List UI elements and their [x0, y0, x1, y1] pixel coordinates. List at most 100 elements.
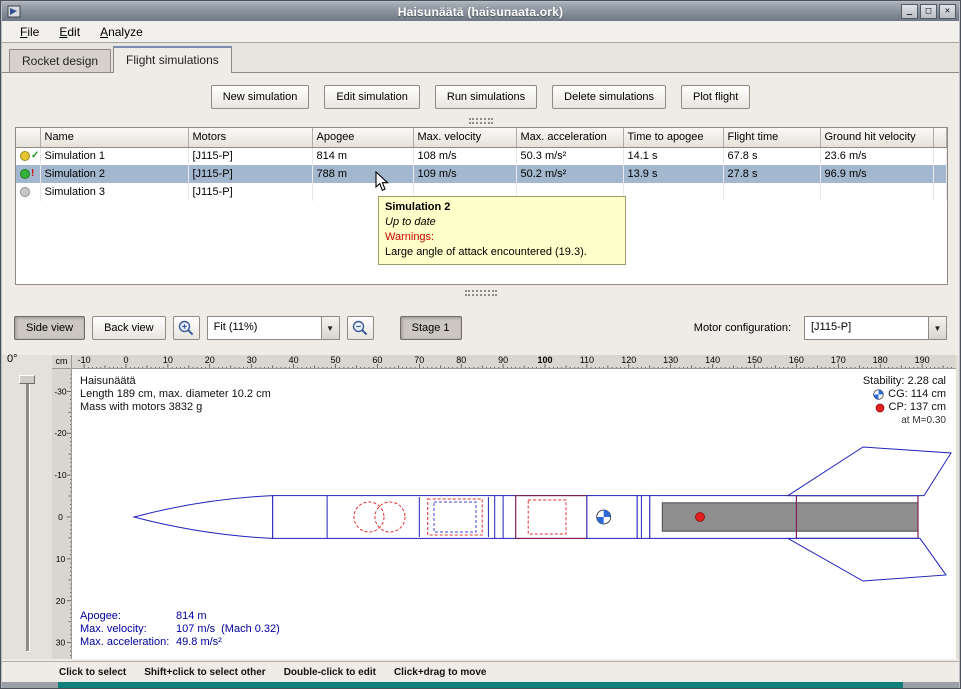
svg-text:-20: -20	[54, 428, 67, 438]
view-toolbar: Side view Back view Fit (11%) ▼ Stage 1 …	[2, 313, 959, 343]
table-row-simulation-1[interactable]: ✓ Simulation 1 [J115-P] 814 m 108 m/s 50…	[16, 147, 947, 165]
svg-text:70: 70	[414, 355, 424, 365]
tooltip-title: Simulation 2	[385, 200, 619, 215]
col-ground-hit-velocity[interactable]: Ground hit velocity	[820, 128, 933, 147]
rotation-slider[interactable]	[26, 379, 29, 651]
cp-value: CP: 137 cm	[889, 401, 946, 414]
svg-text:30: 30	[247, 355, 257, 365]
svg-text:190: 190	[915, 355, 930, 365]
apogee-value: 814 m	[176, 610, 207, 622]
svg-text:-10: -10	[54, 470, 67, 480]
col-max-acceleration[interactable]: Max. acceleration	[516, 128, 623, 147]
status-ball-not-simulated	[20, 187, 30, 197]
hint-click-select: Click to select	[59, 667, 126, 678]
delete-simulations-button[interactable]: Delete simulations	[552, 85, 666, 109]
cg-value: CG: 114 cm	[888, 388, 946, 401]
tab-strip: Rocket design Flight simulations	[2, 43, 959, 73]
max-velocity-label: Max. velocity:	[80, 623, 176, 636]
zoom-in-button[interactable]	[173, 316, 200, 340]
menubar: File Edit Analyze	[2, 21, 959, 43]
chevron-down-icon[interactable]: ▼	[321, 317, 339, 339]
svg-text:130: 130	[663, 355, 678, 365]
cg-marker	[597, 510, 611, 524]
svg-text:50: 50	[330, 355, 340, 365]
rocket-info: Haisunäätä Length 189 cm, max. diameter …	[80, 375, 271, 414]
menu-edit[interactable]: Edit	[51, 23, 88, 41]
svg-text:120: 120	[621, 355, 636, 365]
max-velocity-value: 107 m/s	[176, 623, 215, 635]
stability-info: Stability: 2.28 cal CG: 114 cm CP: 137 c…	[863, 375, 946, 427]
rocket-name: Haisunäätä	[80, 375, 271, 388]
svg-text:110: 110	[580, 355, 594, 365]
status-ball-outdated	[20, 151, 30, 161]
col-max-velocity[interactable]: Max. velocity	[413, 128, 516, 147]
col-time-to-apogee[interactable]: Time to apogee	[623, 128, 723, 147]
stage-1-toggle[interactable]: Stage 1	[400, 316, 462, 340]
apogee-label: Apogee:	[80, 610, 176, 623]
tab-flight-simulations[interactable]: Flight simulations	[113, 46, 232, 73]
rocket-dimensions: Length 189 cm, max. diameter 10.2 cm	[80, 388, 271, 401]
mach-value: (Mach 0.32)	[221, 623, 280, 635]
electronics-bay[interactable]	[516, 496, 587, 539]
menu-analyze[interactable]: Analyze	[92, 23, 151, 41]
maximize-button[interactable]: □	[920, 4, 937, 19]
window-title: Haisunäätä (haisunaata.ork)	[2, 5, 959, 19]
svg-text:30: 30	[56, 638, 66, 648]
stability-value: Stability: 2.28 cal	[863, 375, 946, 388]
svg-text:0: 0	[123, 355, 128, 365]
plot-flight-button[interactable]: Plot flight	[681, 85, 750, 109]
fin-lower[interactable]	[788, 538, 946, 581]
back-view-button[interactable]: Back view	[92, 316, 166, 340]
body-tube[interactable]	[587, 496, 637, 539]
svg-text:10: 10	[56, 554, 66, 564]
split-pane-handle[interactable]	[465, 290, 497, 296]
status-mark: !	[31, 169, 34, 179]
col-flight-time[interactable]: Flight time	[723, 128, 820, 147]
col-motors[interactable]: Motors	[188, 128, 312, 147]
svg-text:0: 0	[58, 512, 63, 522]
zoom-out-button[interactable]	[347, 316, 374, 340]
status-bar: Click to select Shift+click to select ot…	[2, 661, 959, 682]
svg-text:90: 90	[498, 355, 508, 365]
max-acceleration-value: 49.8 m/s²	[176, 636, 222, 648]
tab-rocket-design[interactable]: Rocket design	[9, 49, 111, 72]
nose-cone[interactable]	[134, 496, 273, 539]
close-button[interactable]: ✕	[939, 4, 956, 19]
rocket-view-region: 0° cm -100102030405060708090100110120130…	[2, 355, 959, 659]
minimize-button[interactable]: _	[901, 4, 918, 19]
new-simulation-button[interactable]: New simulation	[211, 85, 310, 109]
hint-double-click: Double-click to edit	[284, 667, 376, 678]
svg-text:10: 10	[163, 355, 173, 365]
run-simulations-button[interactable]: Run simulations	[435, 85, 537, 109]
zoom-in-icon	[177, 319, 195, 337]
svg-text:180: 180	[873, 355, 888, 365]
table-row-simulation-2[interactable]: ! Simulation 2 [J115-P] 788 m 109 m/s 50…	[16, 165, 947, 183]
side-view-button[interactable]: Side view	[14, 316, 85, 340]
cg-icon	[873, 389, 884, 400]
motor-configuration-label: Motor configuration:	[694, 322, 797, 334]
titlebar[interactable]: Haisunäätä (haisunaata.ork) _ □ ✕	[2, 2, 959, 21]
zoom-level-select[interactable]: Fit (11%) ▼	[207, 316, 340, 340]
col-status[interactable]	[16, 128, 40, 147]
simulation-tooltip: Simulation 2 Up to date Warnings: Large …	[378, 196, 626, 265]
menu-file[interactable]: File	[12, 23, 47, 41]
coupler[interactable]	[637, 496, 650, 539]
window-controls: _ □ ✕	[901, 4, 956, 19]
max-acceleration-label: Max. acceleration:	[80, 636, 176, 649]
chevron-down-icon[interactable]: ▼	[928, 317, 946, 339]
mach-condition: at M=0.30	[863, 414, 946, 427]
rotation-slider-thumb[interactable]	[19, 375, 35, 384]
rocket-canvas[interactable]: Haisunäätä Length 189 cm, max. diameter …	[72, 369, 956, 659]
svg-text:-10: -10	[78, 355, 91, 365]
col-filler	[933, 128, 947, 147]
col-apogee[interactable]: Apogee	[312, 128, 413, 147]
svg-text:80: 80	[456, 355, 466, 365]
tooltip-warning-text: Large angle of attack encountered (19.3)…	[385, 245, 619, 260]
col-name[interactable]: Name	[40, 128, 188, 147]
zoom-out-icon	[351, 319, 369, 337]
divider-handle-top[interactable]	[469, 118, 493, 124]
motor-configuration-select[interactable]: [J115-P] ▼	[804, 316, 947, 340]
fin-upper[interactable]	[788, 447, 951, 496]
edit-simulation-button[interactable]: Edit simulation	[324, 85, 420, 109]
svg-text:20: 20	[56, 596, 66, 606]
